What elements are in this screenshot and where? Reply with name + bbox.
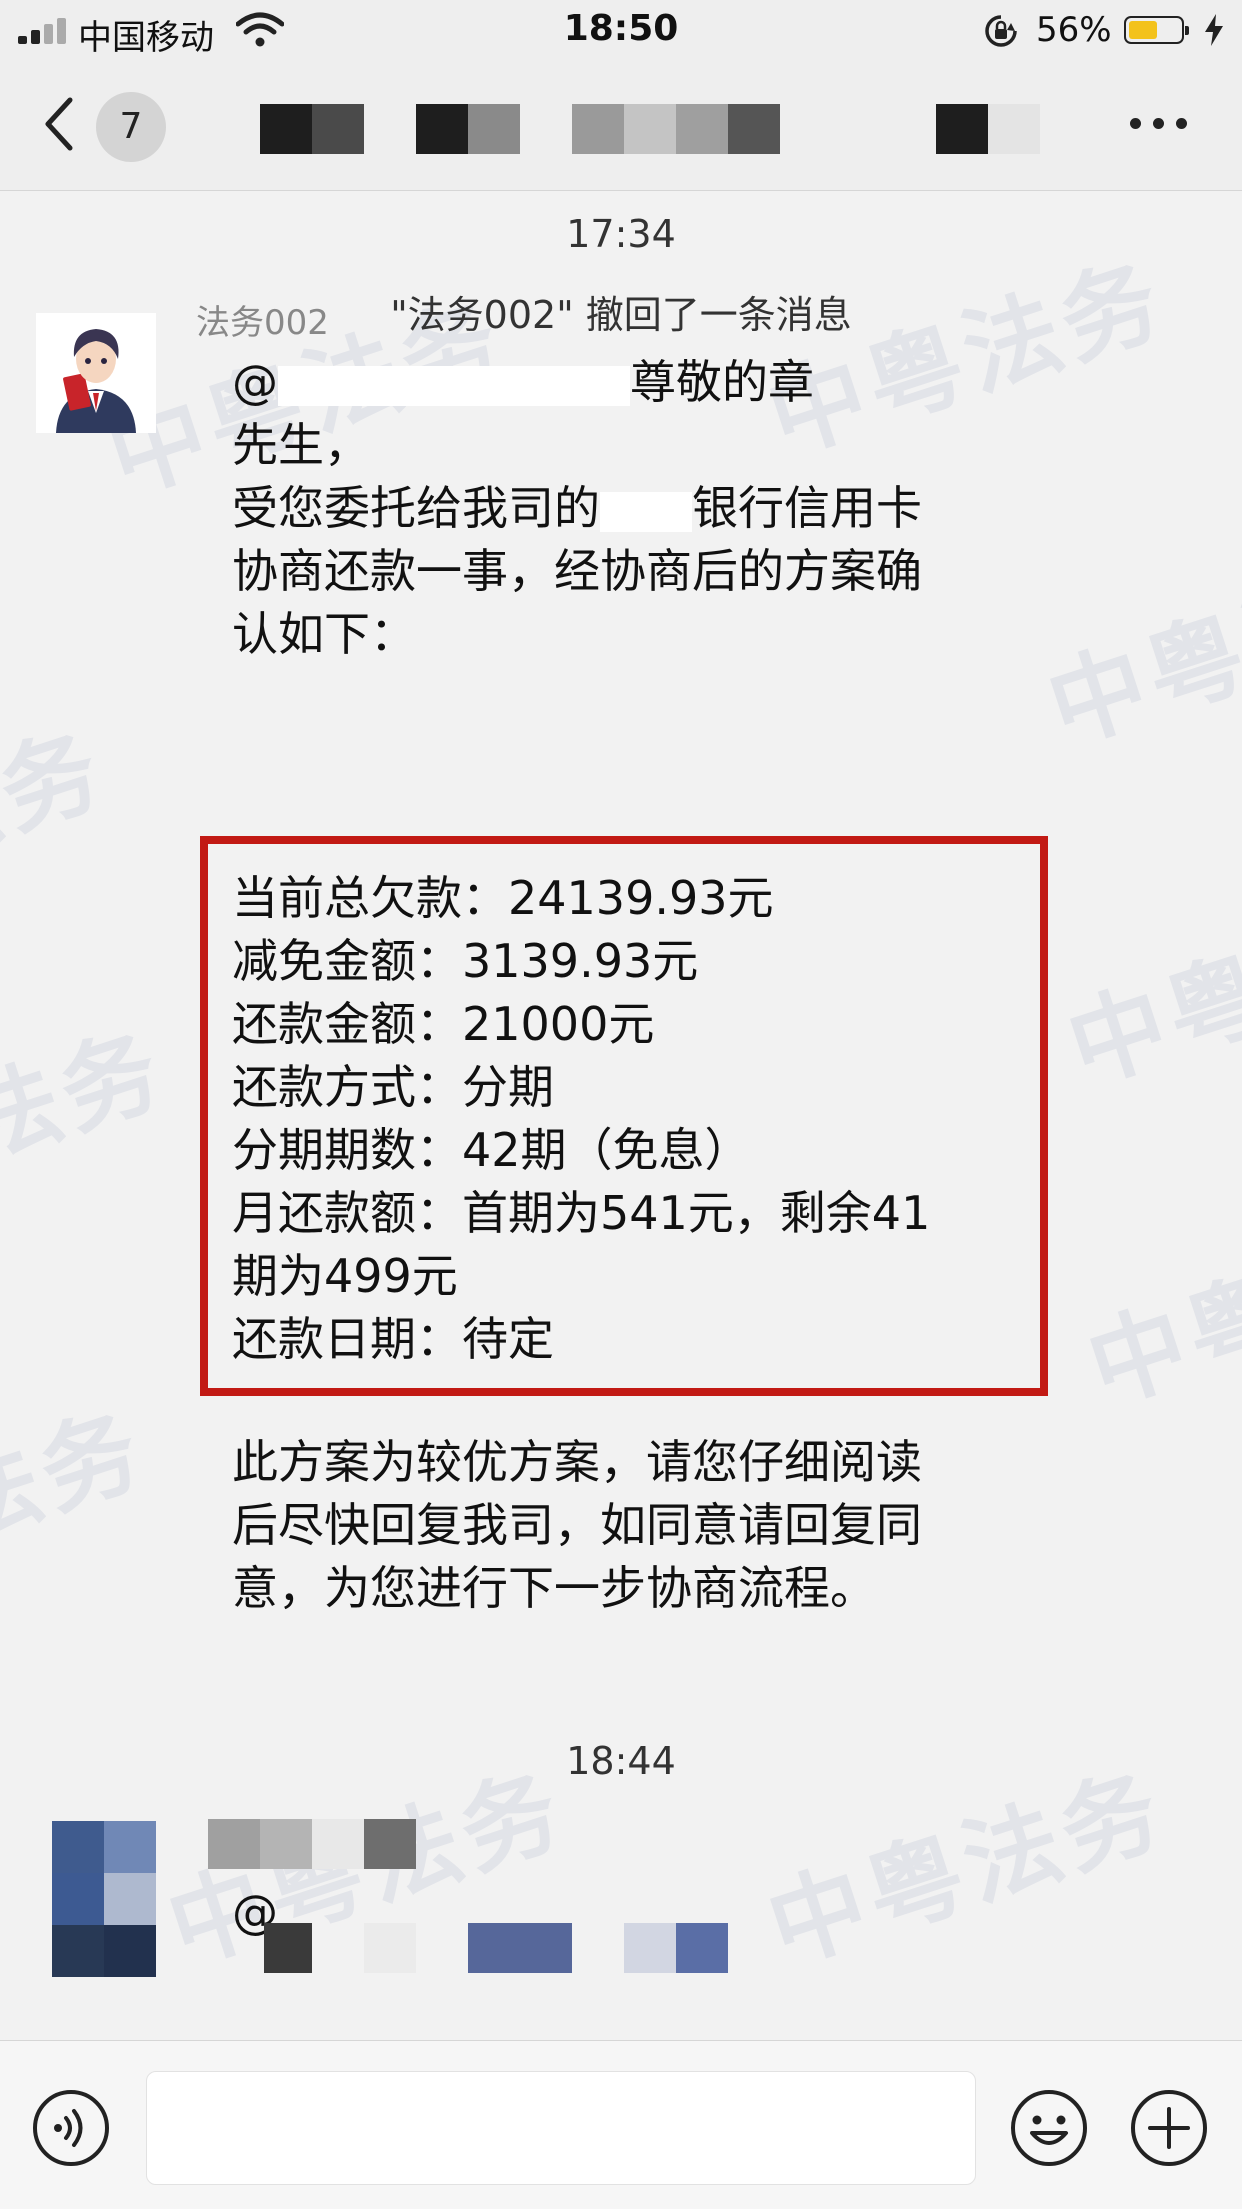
plan-waived-amount: 减免金额：3139.93元 [232, 934, 699, 988]
message-line: @ 尊敬的章 [232, 355, 814, 409]
watermark: 中粤法务 [1035, 532, 1242, 765]
message-line: 认如下： [232, 607, 416, 661]
rotation-lock-icon [985, 15, 1017, 47]
message-line: 受您委托给我司的 银行信用卡 [232, 481, 922, 535]
watermark: 中粤法务 [0, 712, 118, 945]
input-bar [0, 2040, 1242, 2209]
emoji-icon[interactable] [1010, 2089, 1088, 2167]
voice-icon[interactable] [32, 2089, 110, 2167]
watermark: 中粤法务 [0, 1012, 178, 1245]
battery-icon [1124, 16, 1189, 44]
message-input[interactable] [146, 2071, 976, 2185]
chat-area[interactable]: 中粤法务 中粤法务 中粤法务 中粤法务 中粤法务 中粤法务 中粤法务 中粤法务 … [0, 191, 1242, 2039]
plan-repayment-date: 还款日期：待定 [232, 1312, 554, 1366]
redacted-mention [278, 365, 630, 406]
plan-total-debt: 当前总欠款：24139.93元 [232, 871, 774, 925]
redacted-bank-name [600, 491, 692, 532]
avatar[interactable] [36, 313, 156, 433]
message-line: 意，为您进行下一步协商流程。 [232, 1561, 876, 1615]
more-dots-icon[interactable] [1130, 116, 1190, 132]
plan-monthly-payment-cont: 期为499元 [232, 1249, 458, 1303]
battery-percent: 56% [1036, 10, 1112, 50]
status-bar: 中国移动 18:50 56% [0, 0, 1242, 60]
watermark: 中粤法务 [1075, 1192, 1242, 1425]
watermark: 中粤法务 [0, 1392, 158, 1625]
recall-notice: "法务002" 撤回了一条消息 [390, 293, 852, 337]
message-closing: 此方案为较优方案，请您仔细阅读 后尽快回复我司，如同意请回复同 意，为您进行下一… [232, 1431, 1032, 1620]
message-text: @ 尊敬的章 先生， 受您委托给我司的 银行信用卡 协商还款一事，经协商后的方案确 … [232, 351, 1032, 666]
repayment-plan: 当前总欠款：24139.93元 减免金额：3139.93元 还款金额：21000… [232, 867, 1032, 1371]
watermark: 中粤法务 [1055, 872, 1242, 1105]
message-line: 先生， [232, 418, 370, 472]
chevron-left-icon[interactable] [40, 94, 80, 154]
sender-name: 法务002 [196, 303, 329, 343]
plus-icon[interactable] [1130, 2089, 1208, 2167]
message-line: 后尽快回复我司，如同意请回复同 [232, 1498, 922, 1552]
plan-monthly-payment: 月还款额：首期为541元，剩余41 [232, 1186, 931, 1240]
chat-header: 7 [0, 60, 1242, 191]
charging-bolt-icon [1205, 14, 1223, 46]
plan-repayment-amount: 还款金额：21000元 [232, 997, 655, 1051]
message-line: 此方案为较优方案，请您仔细阅读 [232, 1435, 922, 1489]
plan-installments: 分期期数：42期（免息） [232, 1123, 751, 1177]
message-line: 协商还款一事，经协商后的方案确 [232, 544, 922, 598]
timestamp: 18:44 [566, 1739, 676, 1783]
plan-repayment-method: 还款方式：分期 [232, 1060, 554, 1114]
unread-count-badge[interactable]: 7 [96, 92, 166, 162]
timestamp: 17:34 [566, 212, 676, 256]
